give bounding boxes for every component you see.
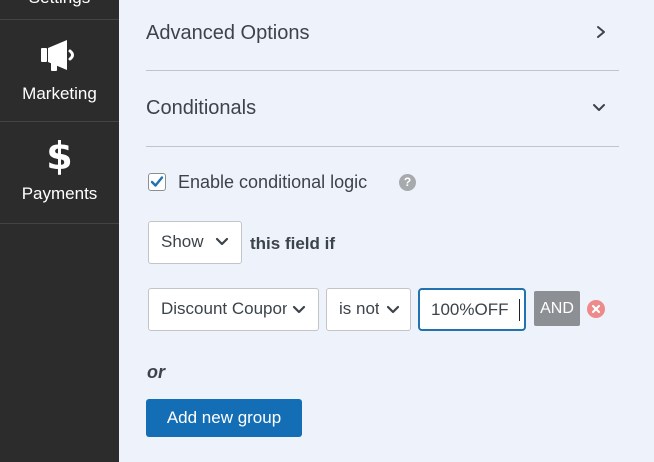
remove-rule-icon[interactable] [587, 300, 605, 318]
or-label: or [147, 362, 165, 382]
chevron-down-icon [215, 237, 229, 246]
sidebar-item-label: Marketing [22, 84, 97, 103]
show-hide-select[interactable]: Show [148, 221, 242, 264]
chevron-down-icon [292, 305, 306, 314]
field-options-panel: Advanced Options Conditionals Enable con… [119, 0, 654, 462]
show-hide-select-value: Show [161, 232, 204, 251]
rule-value-input[interactable]: 100%OFF [418, 288, 526, 331]
rule-field-select[interactable]: Discount Coupon [148, 288, 319, 331]
section-title-conditionals[interactable]: Conditionals [146, 97, 256, 120]
enable-conditional-logic-label[interactable]: Enable conditional logic [178, 172, 367, 193]
checkmark-icon [150, 176, 164, 187]
rule-operator-select[interactable]: is not [326, 288, 411, 331]
and-button[interactable]: AND [534, 291, 580, 326]
close-icon [591, 304, 601, 314]
section-title-advanced-options[interactable]: Advanced Options [146, 22, 309, 45]
chevron-down-icon[interactable] [592, 102, 606, 114]
sidebar: Settings Marketing $ Payments [0, 0, 119, 462]
help-icon[interactable]: ? [399, 174, 416, 191]
section-divider [146, 146, 619, 147]
sidebar-item-settings-label[interactable]: Settings [0, 0, 119, 8]
enable-conditional-logic-checkbox[interactable] [148, 173, 166, 191]
section-divider [146, 70, 619, 71]
rule-operator-select-value: is not [339, 299, 379, 318]
chevron-down-icon [386, 305, 400, 314]
chevron-right-icon[interactable] [595, 25, 607, 39]
sidebar-item-marketing[interactable]: Marketing [0, 38, 119, 104]
megaphone-icon [40, 40, 74, 71]
sidebar-divider [0, 223, 119, 224]
add-new-group-button[interactable]: Add new group [146, 399, 302, 437]
sidebar-item-payments[interactable]: $ Payments [0, 136, 119, 204]
rule-value-input-text: 100%OFF [431, 300, 509, 319]
sidebar-divider [0, 19, 119, 20]
sidebar-divider [0, 121, 119, 122]
rule-field-select-value: Discount Coupon [161, 299, 287, 318]
field-if-label: this field if [250, 234, 335, 253]
sidebar-item-label: Payments [21, 184, 98, 203]
text-caret [519, 299, 520, 321]
dollar-icon: $ [46, 134, 73, 178]
